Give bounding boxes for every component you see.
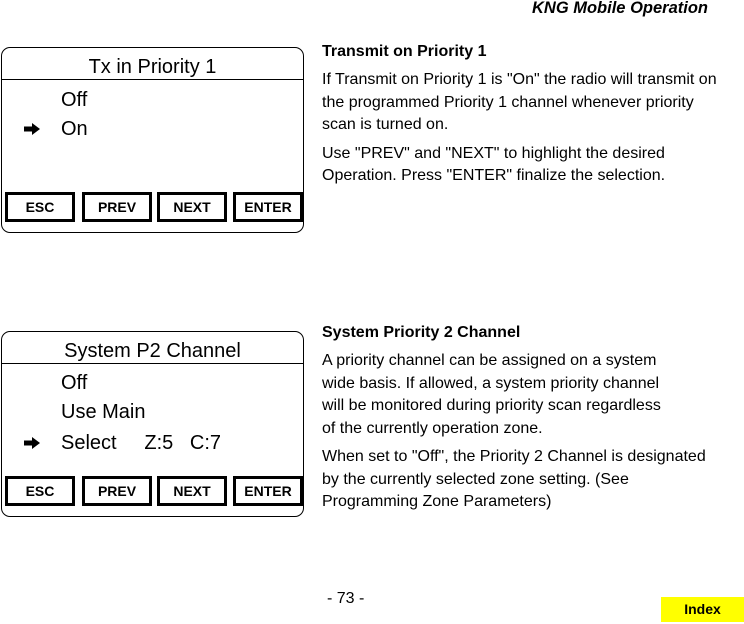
option-label: On [61, 118, 88, 140]
menu-option-off[interactable]: Off [2, 369, 303, 397]
section-transmit-on-priority-1: Transmit on Priority 1 If Transmit on Pr… [322, 41, 722, 194]
option-label: Use Main [61, 401, 146, 423]
right-arrow-icon [24, 115, 42, 143]
next-button[interactable]: NEXT [157, 192, 227, 222]
menu-option-use-main[interactable]: Use Main [2, 398, 303, 426]
section-paragraph: Use "PREV" and "NEXT" to highlight the d… [322, 144, 666, 185]
prev-button[interactable]: PREV [82, 192, 152, 222]
screen-title: Tx in Priority 1 [88, 56, 217, 78]
menu-option-off[interactable]: Off [2, 86, 303, 114]
menu-option-select[interactable]: Select Z:5 C:7 [2, 429, 303, 457]
esc-button[interactable]: ESC [5, 476, 75, 506]
prev-button[interactable]: PREV [82, 476, 152, 506]
radio-screen-system-p2-channel: System P2 Channel Off Use Main Select Z:… [1, 331, 304, 517]
section-paragraph: If Transmit on Priority 1 is "On" the ra… [322, 71, 717, 133]
right-arrow-icon [24, 429, 42, 457]
section-heading: Transmit on Priority 1 [322, 43, 487, 60]
section-paragraph: When set to "Off", the Priority 2 Channe… [322, 448, 706, 510]
document-header-title: KNG Mobile Operation [531, 0, 708, 17]
softkey-bar: ESC PREV NEXT ENTER [5, 192, 303, 222]
option-label: Off [61, 89, 88, 111]
enter-button[interactable]: ENTER [233, 476, 303, 506]
softkey-bar: ESC PREV NEXT ENTER [5, 476, 303, 506]
menu-option-on[interactable]: On [2, 115, 303, 143]
screen-divider [2, 79, 303, 80]
esc-button[interactable]: ESC [5, 192, 75, 222]
screen-divider [2, 363, 303, 364]
index-button[interactable]: Index [661, 597, 744, 622]
section-system-priority-2-channel: System Priority 2 Channel A priority cha… [322, 322, 722, 520]
section-paragraph: A priority channel can be assigned on a … [322, 352, 661, 437]
screen-title: System P2 Channel [64, 340, 241, 362]
option-label: Select Z:5 C:7 [61, 432, 222, 454]
option-label: Off [61, 372, 88, 394]
section-heading: System Priority 2 Channel [322, 324, 521, 341]
radio-screen-tx-priority-1: Tx in Priority 1 Off On ESC PREV NEXT EN… [1, 47, 304, 233]
next-button[interactable]: NEXT [157, 476, 227, 506]
enter-button[interactable]: ENTER [233, 192, 303, 222]
page-number: - 73 - [327, 590, 365, 607]
